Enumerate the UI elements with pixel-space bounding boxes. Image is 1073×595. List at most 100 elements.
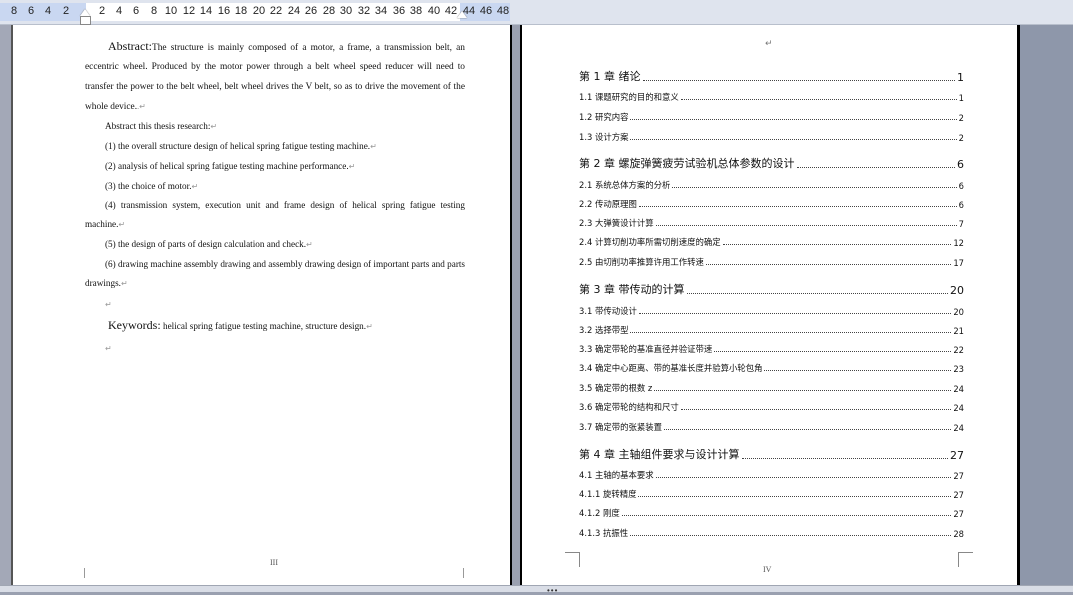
toc-leader-dots bbox=[741, 458, 948, 459]
toc-page-number: 28 bbox=[953, 529, 964, 539]
empty-paragraph-mark: ↵ bbox=[105, 300, 112, 309]
toc-page-number: 6 bbox=[957, 158, 964, 171]
toc-section-entry[interactable]: 4.1 主轴的基本要求 27 bbox=[579, 469, 964, 481]
horizontal-ruler[interactable]: 8 6 4 2 2 4 6 8 10 12 14 16 18 20 22 24 26 28 30 32 34 36 38 40… bbox=[0, 0, 1073, 25]
toc-entry-label: 4.1 主轴的基本要求 bbox=[579, 470, 654, 480]
toc-entry-label: 4.1.2 刚度 bbox=[579, 508, 620, 518]
toc-leader-dots bbox=[705, 264, 952, 265]
toc-section-entry[interactable]: 2.4 计算切削功率所需切削速度的确定 12 bbox=[579, 236, 964, 248]
keywords-heading: Keywords: bbox=[108, 318, 161, 332]
toc-entry-label: 3.7 确定带的张紧装置 bbox=[579, 422, 662, 432]
toc-section-entry[interactable]: 3.1 带传动设计 20 bbox=[579, 305, 964, 317]
toc-leader-dots bbox=[630, 139, 957, 140]
toc-chapter-entry[interactable]: 第 1 章 绪论 1 bbox=[579, 68, 964, 84]
toc-section-entry[interactable]: 3.7 确定带的张紧装置 24 bbox=[579, 421, 964, 433]
right-indent-marker[interactable] bbox=[457, 11, 467, 18]
ruler-tick-label: 2 bbox=[98, 5, 106, 17]
ruler-tick-label: 26 bbox=[304, 5, 318, 17]
toc-leader-dots bbox=[686, 293, 948, 294]
toc-leader-dots bbox=[714, 351, 952, 352]
ruler-tick-label: 32 bbox=[357, 5, 371, 17]
ruler-tick-label: 28 bbox=[322, 5, 336, 17]
toc-entry-label: 第 4 章 主轴组件要求与设计计算 bbox=[579, 448, 740, 461]
research-item-4: (4) transmission system, execution unit … bbox=[85, 200, 465, 229]
ruler-tick-label: 30 bbox=[339, 5, 353, 17]
toc-leader-dots bbox=[630, 535, 952, 536]
toc-section-entry[interactable]: 2.1 系统总体方案的分析 6 bbox=[579, 179, 964, 191]
toc-entry-label: 第 3 章 带传动的计算 bbox=[579, 283, 685, 296]
ruler-tick-label: 38 bbox=[409, 5, 423, 17]
research-item-3: (3) the choice of motor.↵ bbox=[105, 181, 199, 191]
toc-page-number: 24 bbox=[953, 384, 964, 394]
ruler-tick-label: 40 bbox=[427, 5, 441, 17]
ruler-tick-label: 24 bbox=[287, 5, 301, 17]
toc-leader-dots bbox=[722, 244, 952, 245]
toc-page-number: 23 bbox=[953, 364, 964, 374]
research-intro: Abstract this thesis research:↵ bbox=[105, 121, 218, 131]
toc-section-entry[interactable]: 1.1 课题研究的目的和意义 1 bbox=[579, 91, 964, 103]
toc-leader-dots bbox=[655, 477, 952, 478]
toc-leader-dots bbox=[672, 187, 957, 188]
toc-entry-label: 第 2 章 螺旋弹簧疲劳试验机总体参数的设计 bbox=[579, 157, 795, 170]
toc-leader-dots bbox=[638, 206, 957, 207]
toc-section-entry[interactable]: 4.1.2 刚度 27 bbox=[579, 507, 964, 519]
toc-section-entry[interactable]: 1.3 设计方案 2 bbox=[579, 131, 964, 143]
toc-page-number: 27 bbox=[953, 490, 964, 500]
toc-page-number: 27 bbox=[953, 509, 964, 519]
toc-entry-label: 1.3 设计方案 bbox=[579, 132, 629, 142]
page-abstract[interactable]: Abstract:The structure is mainly compose… bbox=[13, 25, 510, 585]
toc-leader-dots bbox=[638, 313, 952, 314]
toc-section-entry[interactable]: 2.5 由切削功率推算许用工作转速 17 bbox=[579, 256, 964, 268]
toc-leader-dots bbox=[638, 496, 952, 497]
toc-page-number: 22 bbox=[953, 345, 964, 355]
toc-page-number: 1 bbox=[958, 93, 964, 103]
toc-section-entry[interactable]: 3.5 确定带的根数 z 24 bbox=[579, 382, 964, 394]
toc-page-number: 27 bbox=[950, 449, 964, 462]
toc-entry-label: 4.1.3 抗振性 bbox=[579, 528, 629, 538]
page-number-left: III bbox=[270, 558, 278, 567]
toc-section-entry[interactable]: 3.4 确定中心距离、带的基准长度并验算小轮包角 23 bbox=[579, 362, 964, 374]
toc-section-entry[interactable]: 4.1.1 旋转精度 27 bbox=[579, 488, 964, 500]
toc-leader-dots bbox=[621, 515, 952, 516]
toc-section-entry[interactable]: 3.6 确定带轮的结构和尺寸 24 bbox=[579, 401, 964, 413]
toc-entry-label: 3.6 确定带轮的结构和尺寸 bbox=[579, 402, 679, 412]
toc-leader-dots bbox=[680, 99, 957, 100]
toc-leader-dots bbox=[796, 167, 955, 168]
toc-leader-dots bbox=[630, 119, 957, 120]
ruler-tick-label: 8 bbox=[150, 5, 158, 17]
page-gap bbox=[510, 25, 522, 585]
left-indent-marker[interactable] bbox=[80, 16, 91, 25]
toc-chapter-entry[interactable]: 第 3 章 带传动的计算 20 bbox=[579, 281, 964, 297]
ruler-tick-label: 36 bbox=[392, 5, 406, 17]
toc-section-entry[interactable]: 3.3 确定带轮的基准直径并验证带速 22 bbox=[579, 343, 964, 355]
abstract-paragraph: Abstract:The structure is mainly compose… bbox=[85, 39, 465, 112]
page-table-of-contents[interactable]: ↵ 第 1 章 绪论 1 1.1 课题研究的目的和意义 1 1.2 研究内容 2 1.3 设… bbox=[522, 25, 1017, 585]
hanging-indent-marker[interactable] bbox=[80, 9, 90, 16]
ruler-tick-label: 6 bbox=[132, 5, 140, 17]
paragraph-mark: ↵ bbox=[765, 39, 773, 49]
toc-section-entry[interactable]: 3.2 选择带型 21 bbox=[579, 324, 964, 336]
empty-paragraph-mark-2: ↵ bbox=[105, 344, 112, 353]
ruler-tick-label: 12 bbox=[182, 5, 196, 17]
keywords-body: helical spring fatigue testing machine, … bbox=[162, 321, 367, 331]
toc-entry-label: 2.4 计算切削功率所需切削速度的确定 bbox=[579, 237, 721, 247]
toc-page-number: 6 bbox=[958, 200, 964, 210]
research-item-1: (1) the overall structure design of heli… bbox=[105, 141, 377, 151]
ruler-tick-label: 4 bbox=[115, 5, 123, 17]
toc-leader-dots bbox=[764, 370, 952, 371]
abstract-heading: Abstract: bbox=[108, 39, 152, 53]
toc-chapter-entry[interactable]: 第 2 章 螺旋弹簧疲劳试验机总体参数的设计 6 bbox=[579, 155, 964, 171]
toc-page-number: 27 bbox=[953, 471, 964, 481]
toc-section-entry[interactable]: 2.2 传动原理图 6 bbox=[579, 198, 964, 210]
toc-section-entry[interactable]: 2.3 大弹簧设计计算 7 bbox=[579, 217, 964, 229]
toc-entry-label: 4.1.1 旋转精度 bbox=[579, 489, 637, 499]
toc-entry-label: 2.5 由切削功率推算许用工作转速 bbox=[579, 257, 704, 267]
page-number-right: IV bbox=[763, 565, 772, 574]
crop-corner-right bbox=[958, 552, 973, 567]
toc-entry-label: 2.2 传动原理图 bbox=[579, 199, 637, 209]
toc-section-entry[interactable]: 1.2 研究内容 2 bbox=[579, 111, 964, 123]
toc-chapter-entry[interactable]: 第 4 章 主轴组件要求与设计计算 27 bbox=[579, 446, 964, 462]
toc-section-entry[interactable]: 4.1.3 抗振性 28 bbox=[579, 527, 964, 539]
keywords-line: Keywords: helical spring fatigue testing… bbox=[108, 318, 373, 332]
ruler-tick-label: 8 bbox=[10, 5, 18, 17]
